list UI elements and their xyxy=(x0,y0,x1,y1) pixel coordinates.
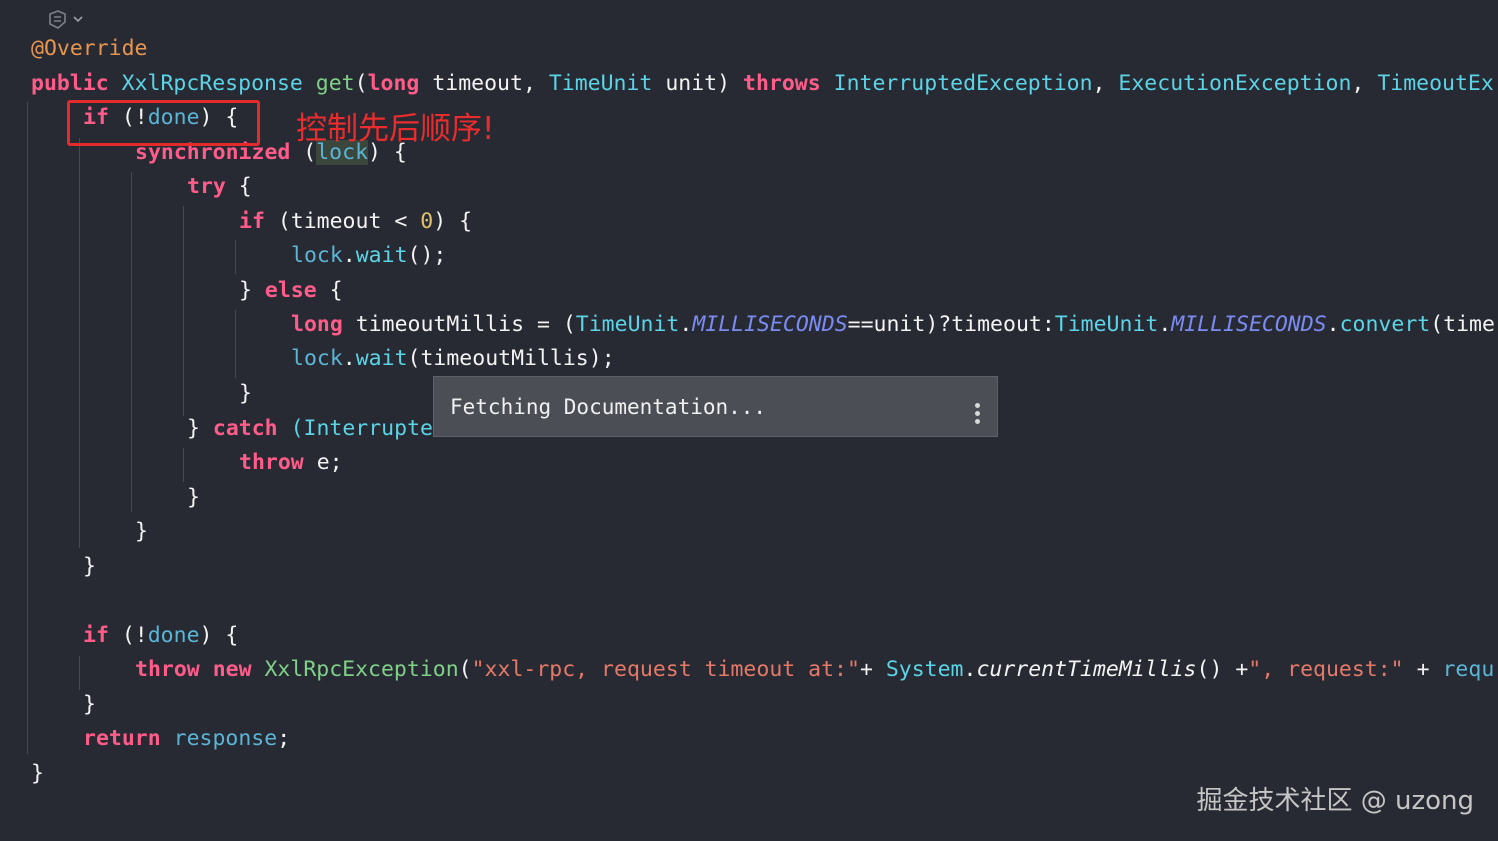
type-name: TimeUnit xyxy=(575,312,680,337)
field-ref: lock xyxy=(291,346,343,371)
code-line[interactable]: } else { xyxy=(239,274,343,308)
variable: timeoutMillis xyxy=(355,312,525,337)
code-line[interactable]: } xyxy=(83,688,96,722)
type-name: TimeUnit xyxy=(1054,312,1159,337)
type-name: InterruptedException xyxy=(833,71,1093,96)
annotation-note: 控制先后顺序! xyxy=(296,111,495,147)
code-line[interactable]: if (!done) { xyxy=(83,619,238,653)
keyword: new xyxy=(212,657,252,682)
code-fragment: requ xyxy=(1442,657,1495,682)
variable: e xyxy=(316,450,330,475)
code-line[interactable]: throw new XxlRpcException("xxl-rpc, requ… xyxy=(135,653,1494,687)
keyword: throw xyxy=(239,450,304,475)
string-literal: "xxl-rpc, request timeout at:" xyxy=(471,657,860,682)
field-ref: response xyxy=(173,726,278,751)
indent-guide xyxy=(235,240,236,274)
indent-guide xyxy=(79,138,80,548)
code-line[interactable]: throw e; xyxy=(239,446,343,480)
enum-constant: MILLISECONDS xyxy=(1171,312,1327,337)
keyword: catch xyxy=(212,416,278,441)
type-name: ExecutionException xyxy=(1118,71,1352,96)
keyword: try xyxy=(187,174,226,199)
annotation-highlight-box xyxy=(67,100,260,146)
indent-guide xyxy=(79,656,80,690)
code-line[interactable]: try { xyxy=(187,170,252,204)
documentation-popup[interactable]: Fetching Documentation... xyxy=(433,376,998,437)
code-line[interactable]: } xyxy=(239,377,252,411)
keyword: if xyxy=(239,209,265,234)
code-line[interactable]: } xyxy=(187,481,200,515)
type-name: XxlRpcResponse xyxy=(121,71,303,96)
keyword: if xyxy=(83,623,109,648)
method-call: wait xyxy=(355,243,408,268)
keyword: else xyxy=(264,278,317,303)
code-line[interactable]: lock.wait(); xyxy=(291,239,446,273)
documentation-status: Fetching Documentation... xyxy=(450,395,767,419)
keyword: throws xyxy=(743,71,821,96)
field-ref: done xyxy=(147,623,200,648)
keyword: throw xyxy=(135,657,200,682)
keyword: long xyxy=(367,71,420,96)
indent-guide xyxy=(183,206,184,416)
code-line[interactable]: public XxlRpcResponse get(long timeout, … xyxy=(31,67,1494,101)
type-name: XxlRpcException xyxy=(264,657,459,682)
type-name: TimeoutEx xyxy=(1377,71,1494,96)
type-name: (Interrupte xyxy=(290,416,433,441)
method-name: get xyxy=(315,71,355,96)
code-editor[interactable]: @Override public XxlRpcResponse get(long… xyxy=(0,0,1498,841)
method-call: wait xyxy=(355,346,408,371)
indent-guide xyxy=(27,102,28,754)
code-line[interactable]: } xyxy=(135,515,148,549)
number-literal: 0 xyxy=(420,209,434,234)
method-call: currentTimeMillis xyxy=(976,657,1197,682)
code-line[interactable]: if (timeout < 0) { xyxy=(239,205,472,239)
watermark: 掘金技术社区 @ uzong xyxy=(1196,786,1474,816)
code-line[interactable]: } xyxy=(83,550,96,584)
parameter: timeout xyxy=(432,71,523,96)
keyword: public xyxy=(31,71,109,96)
parameter: unit xyxy=(665,71,718,96)
method-call: convert xyxy=(1339,312,1431,337)
variable: timeout xyxy=(951,312,1042,337)
keyword: return xyxy=(83,726,161,751)
string-literal: ", request:" xyxy=(1248,657,1404,682)
type-name: System xyxy=(885,657,964,682)
variable: unit xyxy=(873,312,926,337)
code-line[interactable]: lock.wait(timeoutMillis); xyxy=(291,342,615,376)
indent-guide xyxy=(183,448,184,482)
code-fragment: (time xyxy=(1430,312,1495,337)
indent-guide xyxy=(235,310,236,378)
code-line[interactable]: return response; xyxy=(83,722,290,756)
keyword: long xyxy=(291,312,343,337)
type-name: TimeUnit xyxy=(548,71,653,96)
code-line[interactable]: } catch (Interrupte xyxy=(187,412,433,446)
annotation-override: @Override xyxy=(31,36,148,61)
ai-assistant-icon[interactable] xyxy=(46,8,86,32)
variable: timeoutMillis xyxy=(420,346,589,371)
enum-constant: MILLISECONDS xyxy=(692,312,848,337)
code-line[interactable]: } xyxy=(31,757,44,791)
indent-guide xyxy=(131,172,132,512)
code-line[interactable]: @Override xyxy=(31,32,148,66)
more-vertical-icon[interactable] xyxy=(975,403,981,425)
variable: timeout xyxy=(290,209,382,234)
code-line[interactable]: long timeoutMillis = (TimeUnit.MILLISECO… xyxy=(291,308,1495,342)
field-ref: lock xyxy=(291,243,343,268)
